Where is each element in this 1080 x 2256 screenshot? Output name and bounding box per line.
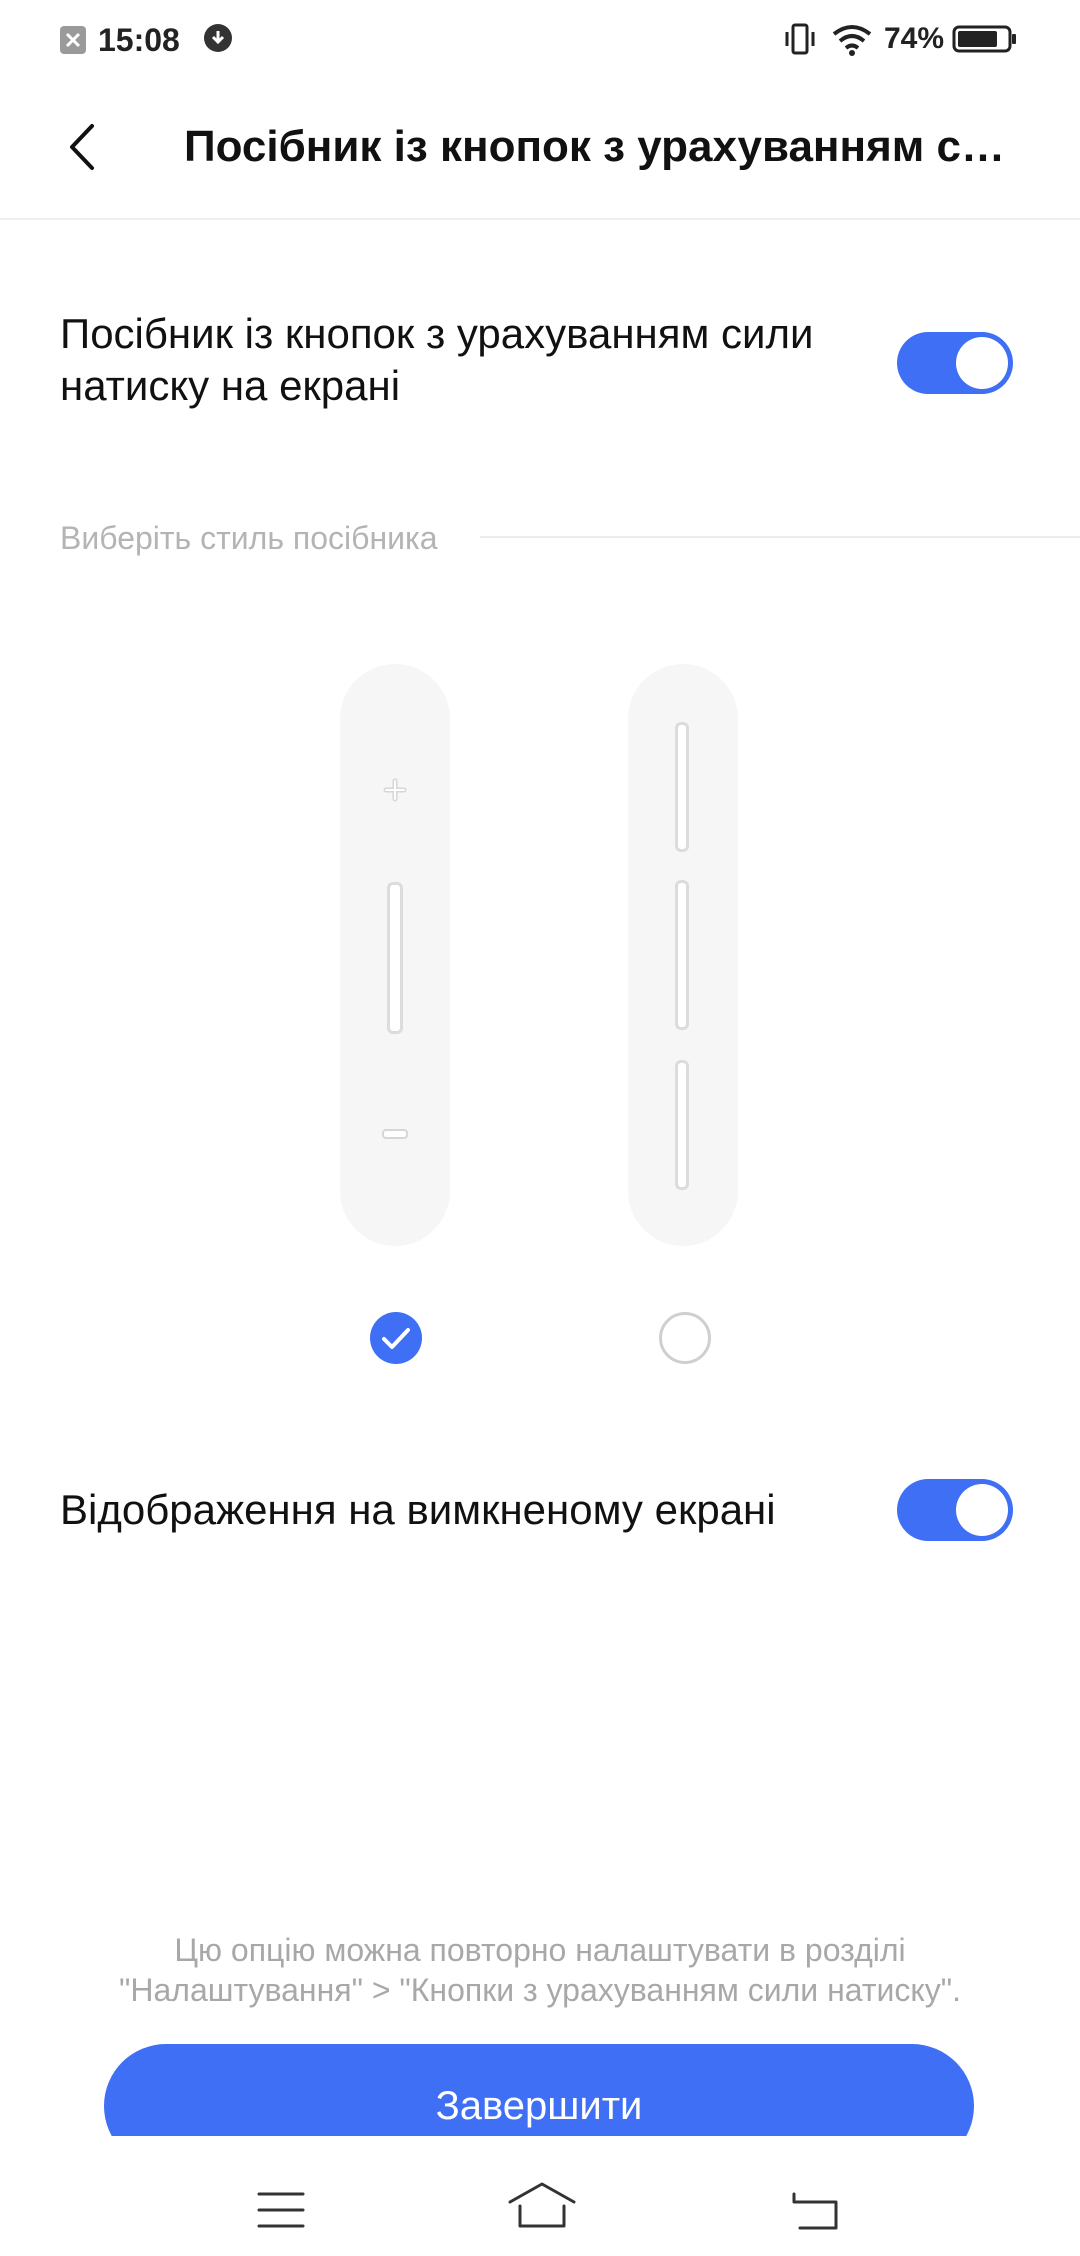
battery-percent: 74% bbox=[884, 22, 945, 55]
home-icon[interactable] bbox=[506, 2180, 578, 2230]
vibrate-icon bbox=[782, 22, 818, 56]
screen-off-toggle-switch[interactable] bbox=[897, 1479, 1013, 1541]
style-2-slot-bottom bbox=[675, 1060, 689, 1190]
download-icon bbox=[204, 24, 232, 52]
status-bar: 15:08 74% bbox=[0, 0, 1080, 80]
screen-off-toggle-row[interactable]: Відображення на вимкненому екрані bbox=[60, 1474, 1020, 1546]
footer-note: Цю опцію можна повторно налаштувати в ро… bbox=[60, 1930, 1020, 2010]
guide-toggle-label-line1: Посібник із кнопок з урахуванням сили bbox=[60, 310, 814, 357]
footer-note-line2: "Налаштування" > "Кнопки з урахуванням с… bbox=[119, 1972, 961, 2008]
plus-icon bbox=[383, 778, 407, 802]
status-time: 15:08 bbox=[98, 22, 180, 58]
style-1-radio-selected[interactable] bbox=[370, 1312, 422, 1364]
back-icon[interactable] bbox=[790, 2188, 844, 2232]
style-option-2[interactable] bbox=[628, 664, 738, 1246]
toggle-knob bbox=[956, 1484, 1008, 1536]
style-1-slider-slot bbox=[387, 882, 403, 1034]
style-2-slot-top bbox=[675, 722, 689, 852]
page-title: Посібник із кнопок з урахуванням сил... bbox=[184, 122, 1014, 171]
style-section-header: Виберіть стиль посібника bbox=[60, 520, 1080, 560]
navigation-bar bbox=[0, 2136, 1080, 2256]
battery-icon bbox=[952, 24, 1018, 54]
style-2-slot-middle bbox=[675, 880, 689, 1030]
checkmark-icon bbox=[382, 1328, 410, 1349]
screen-off-toggle-label: Відображення на вимкненому екрані bbox=[60, 1486, 776, 1533]
style-section-label: Виберіть стиль посібника bbox=[60, 520, 438, 556]
guide-toggle-switch[interactable] bbox=[897, 332, 1013, 394]
guide-toggle-label-line2: натиску на екрані bbox=[60, 362, 401, 409]
style-option-1[interactable] bbox=[340, 664, 450, 1246]
wifi-icon bbox=[830, 22, 874, 56]
menu-icon[interactable] bbox=[256, 2190, 306, 2230]
section-divider bbox=[480, 536, 1080, 538]
minus-icon bbox=[382, 1126, 408, 1139]
guide-toggle-row[interactable]: Посібник із кнопок з урахуванням сили на… bbox=[60, 306, 1020, 416]
guide-toggle-label: Посібник із кнопок з урахуванням сили на… bbox=[60, 308, 900, 412]
notification-close-icon bbox=[60, 26, 86, 54]
app-header: Посібник із кнопок з урахуванням сил... bbox=[0, 80, 1080, 220]
toggle-knob bbox=[956, 337, 1008, 389]
back-button[interactable] bbox=[50, 112, 120, 182]
style-2-radio[interactable] bbox=[659, 1312, 711, 1364]
chevron-left-icon bbox=[70, 124, 94, 170]
footer-note-line1: Цю опцію можна повторно налаштувати в ро… bbox=[174, 1932, 906, 1968]
